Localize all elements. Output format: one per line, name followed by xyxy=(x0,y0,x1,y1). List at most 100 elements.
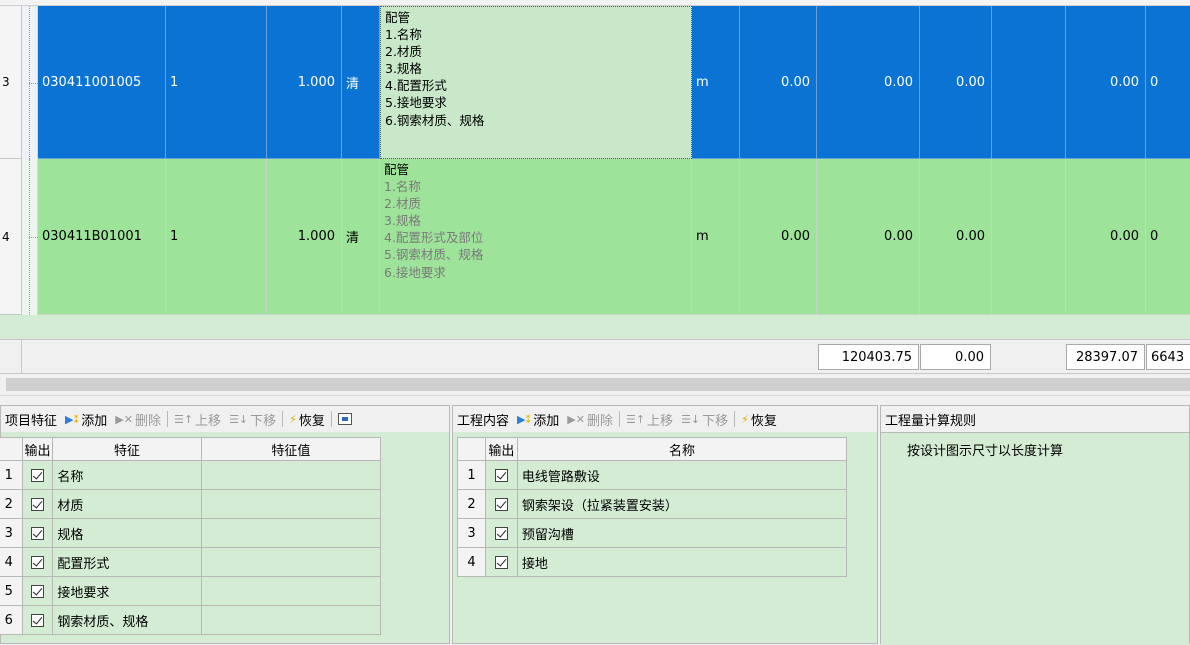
horizontal-scrollbar[interactable] xyxy=(0,374,1190,396)
table-row[interactable]: 6 钢索材质、规格 xyxy=(0,605,382,635)
content-restore-button[interactable]: ⚡ 恢复 xyxy=(737,410,781,429)
rules-panel: 工程量计算规则 按设计图示尺寸以长度计算 xyxy=(880,405,1190,645)
cell-value-1[interactable]: 0.00 xyxy=(740,159,817,315)
feature-value[interactable] xyxy=(200,518,382,548)
content-header-output[interactable]: 输出 xyxy=(484,437,518,461)
grid-row[interactable]: 4 030411B01001 1 1.000 清 配管 1.名称 2.材质 3.… xyxy=(0,159,1190,315)
content-move-up-button[interactable]: ☰↑ 上移 xyxy=(622,410,677,429)
desc-line: 5.接地要求 xyxy=(385,95,447,111)
features-delete-button[interactable]: ▶✕ 删除 xyxy=(111,410,165,429)
desc-line: 6.钢索材质、规格 xyxy=(385,112,485,128)
content-name[interactable]: 预留沟槽 xyxy=(516,518,848,548)
cell-no[interactable]: 1 xyxy=(166,6,267,159)
content-name[interactable]: 钢索架设（拉紧装置安装） xyxy=(516,489,848,519)
feature-name[interactable]: 材质 xyxy=(52,489,202,519)
cell-value-2[interactable]: 0.00 xyxy=(817,159,920,315)
output-checkbox[interactable] xyxy=(30,526,44,540)
table-row[interactable]: 1 名称 xyxy=(0,460,382,490)
table-row[interactable]: 3 预留沟槽 xyxy=(457,518,848,548)
output-checkbox[interactable] xyxy=(30,584,44,598)
features-header-output[interactable]: 输出 xyxy=(21,437,54,461)
cell-value-1[interactable]: 0.00 xyxy=(740,6,817,159)
cell-value-3[interactable]: 0.00 xyxy=(920,159,992,315)
content-delete-button[interactable]: ▶✕ 删除 xyxy=(563,410,617,429)
content-move-down-button[interactable]: ☰↓ 下移 xyxy=(677,410,732,429)
feature-name[interactable]: 接地要求 xyxy=(52,576,202,606)
total-value-3[interactable]: 28397.07 xyxy=(1066,344,1145,370)
cell-description[interactable]: 配管 1.名称 2.材质 3.规格 4.配置形式及部位 5.钢索材质、规格 6.… xyxy=(380,159,692,315)
table-row[interactable]: 5 接地要求 xyxy=(0,576,382,606)
table-row[interactable]: 4 配置形式 xyxy=(0,547,382,577)
table-row[interactable]: 3 规格 xyxy=(0,518,382,548)
feature-name[interactable]: 规格 xyxy=(52,518,202,548)
table-row[interactable]: 2 材质 xyxy=(0,489,382,519)
cell-value-5[interactable]: 0.00 xyxy=(1066,6,1146,159)
cell-unit[interactable]: m xyxy=(692,6,740,159)
feature-name[interactable]: 名称 xyxy=(52,460,202,490)
cell-type[interactable]: 清 xyxy=(342,6,380,159)
features-panel: 项目特征 ▶⁑ 添加 ▶✕ 删除 ☰↑ 上移 ☰↓ 下移 ⚡ 恢复 输出 特征 特征值 1… xyxy=(0,405,450,644)
feature-value[interactable] xyxy=(200,460,382,490)
total-value-2[interactable]: 0.00 xyxy=(920,344,991,370)
cell-code[interactable]: 030411B01001 xyxy=(38,159,166,315)
grid-row-selected[interactable]: 3 030411001005 1 1.000 清 配管 1.名称 2.材质 3.… xyxy=(0,6,1190,159)
content-name[interactable]: 电线管路敷设 xyxy=(516,460,848,490)
feature-value[interactable] xyxy=(200,605,382,635)
feature-value[interactable] xyxy=(200,547,382,577)
desc-line: 4.配置形式及部位 xyxy=(384,230,484,246)
table-row[interactable]: 1 电线管路敷设 xyxy=(457,460,848,490)
cell-unit[interactable]: m xyxy=(692,159,740,315)
features-header-value[interactable]: 特征值 xyxy=(200,437,382,461)
features-table: 输出 特征 特征值 1 名称 2 材质 3 规格 4 配置形式 5 接地要求 6… xyxy=(0,437,382,635)
rules-text-area[interactable] xyxy=(881,432,1189,645)
features-header-feature[interactable]: 特征 xyxy=(52,437,202,461)
cell-description[interactable]: 配管 1.名称 2.材质 3.规格 4.配置形式 5.接地要求 6.钢索材质、规… xyxy=(380,6,692,159)
output-checkbox[interactable] xyxy=(494,497,508,511)
cell-no[interactable]: 1 xyxy=(166,159,267,315)
output-checkbox[interactable] xyxy=(30,468,44,482)
cell-value-4[interactable] xyxy=(992,6,1066,159)
cell-value-6[interactable]: 0 xyxy=(1146,159,1190,315)
output-checkbox[interactable] xyxy=(30,497,44,511)
cell-quantity[interactable]: 1.000 xyxy=(267,6,342,159)
table-row[interactable]: 4 接地 xyxy=(457,547,848,577)
feature-value[interactable] xyxy=(200,489,382,519)
cell-value-3[interactable]: 0.00 xyxy=(920,6,992,159)
content-header-name[interactable]: 名称 xyxy=(516,437,848,461)
cell-quantity[interactable]: 1.000 xyxy=(267,159,342,315)
output-checkbox[interactable] xyxy=(494,526,508,540)
cell-value-2[interactable]: 0.00 xyxy=(817,6,920,159)
desc-line: 5.钢索材质、规格 xyxy=(384,247,484,263)
cell-value-4[interactable] xyxy=(992,159,1066,315)
desc-line: 1.名称 xyxy=(385,27,422,43)
content-name[interactable]: 接地 xyxy=(516,547,848,577)
table-row[interactable]: 2 钢索架设（拉紧装置安装） xyxy=(457,489,848,519)
lightning-icon: ⚡ xyxy=(289,412,297,426)
lightning-icon: ⚡ xyxy=(741,412,749,426)
cell-value-6[interactable]: 0 xyxy=(1146,6,1190,159)
feature-name[interactable]: 钢索材质、规格 xyxy=(52,605,202,635)
cell-type[interactable]: 清 xyxy=(342,159,380,315)
cell-value-5[interactable]: 0.00 xyxy=(1066,159,1146,315)
feature-name[interactable]: 配置形式 xyxy=(52,547,202,577)
output-checkbox[interactable] xyxy=(494,468,508,482)
desc-line: 6.接地要求 xyxy=(384,264,446,280)
features-restore-button[interactable]: ⚡ 恢复 xyxy=(285,410,329,429)
content-corner xyxy=(457,437,486,461)
scrollbar-thumb[interactable] xyxy=(6,378,1190,391)
output-checkbox[interactable] xyxy=(30,555,44,569)
content-add-button[interactable]: ▶⁑ 添加 xyxy=(513,410,563,429)
feature-value[interactable] xyxy=(200,576,382,606)
total-value-1[interactable]: 120403.75 xyxy=(818,344,919,370)
total-value-4[interactable]: 6643 xyxy=(1146,344,1190,370)
features-move-up-button[interactable]: ☰↑ 上移 xyxy=(170,410,225,429)
output-checkbox[interactable] xyxy=(494,555,508,569)
row-number: 4 xyxy=(2,229,10,244)
cell-code[interactable]: 030411001005 xyxy=(38,6,166,159)
row-header[interactable]: 4 xyxy=(0,159,22,315)
features-move-down-button[interactable]: ☰↓ 下移 xyxy=(225,410,280,429)
output-checkbox[interactable] xyxy=(30,613,44,627)
row-header[interactable]: 3 xyxy=(0,6,22,159)
features-note-button[interactable] xyxy=(334,413,356,425)
features-add-button[interactable]: ▶⁑ 添加 xyxy=(61,410,111,429)
